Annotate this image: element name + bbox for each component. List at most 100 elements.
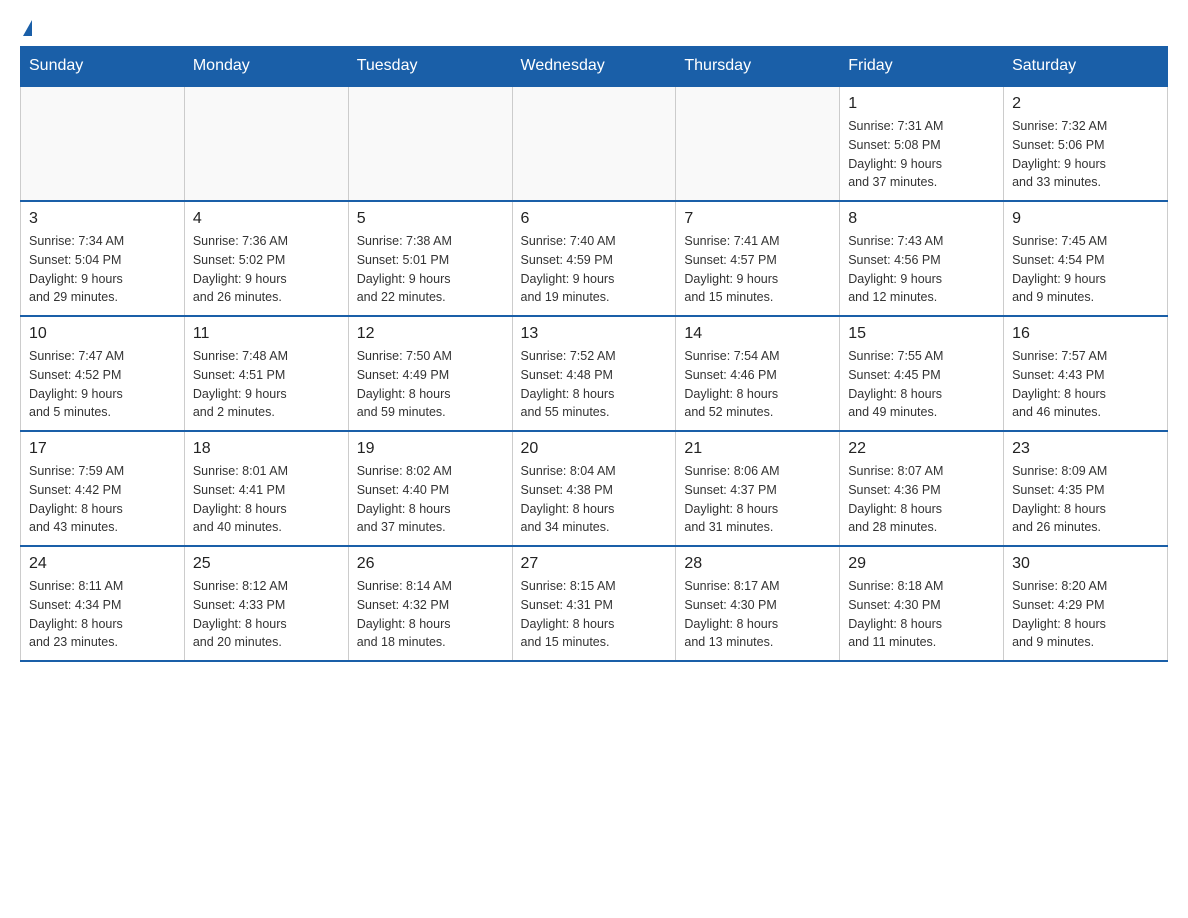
day-info: Sunrise: 7:45 AM Sunset: 4:54 PM Dayligh…: [1012, 232, 1159, 307]
day-number: 30: [1012, 555, 1159, 573]
week-row-4: 17Sunrise: 7:59 AM Sunset: 4:42 PM Dayli…: [21, 431, 1168, 546]
day-info: Sunrise: 8:12 AM Sunset: 4:33 PM Dayligh…: [193, 577, 340, 652]
day-cell: [676, 86, 840, 201]
weekday-header-row: SundayMondayTuesdayWednesdayThursdayFrid…: [21, 47, 1168, 87]
day-info: Sunrise: 7:38 AM Sunset: 5:01 PM Dayligh…: [357, 232, 504, 307]
day-number: 27: [521, 555, 668, 573]
day-number: 22: [848, 440, 995, 458]
day-cell: 30 Sunrise: 8:20 AM Sunset: 4:29 PM Dayli…: [1004, 546, 1168, 661]
day-info: Sunrise: 8:09 AM Sunset: 4:35 PM Dayligh…: [1012, 462, 1159, 537]
day-info: Sunrise: 7:54 AM Sunset: 4:46 PM Dayligh…: [684, 347, 831, 422]
day-number: 15: [848, 325, 995, 343]
day-number: 28: [684, 555, 831, 573]
day-number: 23: [1012, 440, 1159, 458]
day-cell: 2 Sunrise: 7:32 AM Sunset: 5:06 PM Daylig…: [1004, 86, 1168, 201]
day-info: Sunrise: 7:59 AM Sunset: 4:42 PM Dayligh…: [29, 462, 176, 537]
day-number: 16: [1012, 325, 1159, 343]
day-cell: 28 Sunrise: 8:17 AM Sunset: 4:30 PM Dayli…: [676, 546, 840, 661]
day-cell: 8 Sunrise: 7:43 AM Sunset: 4:56 PM Daylig…: [840, 201, 1004, 316]
day-cell: 25 Sunrise: 8:12 AM Sunset: 4:33 PM Dayli…: [184, 546, 348, 661]
day-cell: 27Sunrise: 8:15 AM Sunset: 4:31 PM Dayli…: [512, 546, 676, 661]
weekday-header-friday: Friday: [840, 47, 1004, 87]
day-info: Sunrise: 7:31 AM Sunset: 5:08 PM Dayligh…: [848, 117, 995, 192]
day-number: 25: [193, 555, 340, 573]
day-cell: 15 Sunrise: 7:55 AM Sunset: 4:45 PM Dayli…: [840, 316, 1004, 431]
day-number: 8: [848, 210, 995, 228]
day-info: Sunrise: 8:14 AM Sunset: 4:32 PM Dayligh…: [357, 577, 504, 652]
day-number: 19: [357, 440, 504, 458]
day-number: 1: [848, 95, 995, 113]
weekday-header-monday: Monday: [184, 47, 348, 87]
week-row-3: 10 Sunrise: 7:47 AM Sunset: 4:52 PM Dayli…: [21, 316, 1168, 431]
day-info: Sunrise: 7:41 AM Sunset: 4:57 PM Dayligh…: [684, 232, 831, 307]
day-cell: [348, 86, 512, 201]
day-number: 13: [521, 325, 668, 343]
day-cell: 26 Sunrise: 8:14 AM Sunset: 4:32 PM Dayli…: [348, 546, 512, 661]
day-number: 14: [684, 325, 831, 343]
day-cell: [184, 86, 348, 201]
day-number: 10: [29, 325, 176, 343]
day-number: 29: [848, 555, 995, 573]
day-number: 2: [1012, 95, 1159, 113]
day-cell: 4 Sunrise: 7:36 AM Sunset: 5:02 PM Daylig…: [184, 201, 348, 316]
day-cell: 23 Sunrise: 8:09 AM Sunset: 4:35 PM Dayli…: [1004, 431, 1168, 546]
day-cell: 22 Sunrise: 8:07 AM Sunset: 4:36 PM Dayli…: [840, 431, 1004, 546]
day-info: Sunrise: 7:36 AM Sunset: 5:02 PM Dayligh…: [193, 232, 340, 307]
week-row-5: 24Sunrise: 8:11 AM Sunset: 4:34 PM Dayli…: [21, 546, 1168, 661]
logo: [20, 20, 32, 36]
day-cell: 5 Sunrise: 7:38 AM Sunset: 5:01 PM Daylig…: [348, 201, 512, 316]
week-row-2: 3Sunrise: 7:34 AM Sunset: 5:04 PM Daylig…: [21, 201, 1168, 316]
day-cell: 14 Sunrise: 7:54 AM Sunset: 4:46 PM Dayli…: [676, 316, 840, 431]
day-cell: 16 Sunrise: 7:57 AM Sunset: 4:43 PM Dayli…: [1004, 316, 1168, 431]
day-number: 9: [1012, 210, 1159, 228]
day-cell: 10 Sunrise: 7:47 AM Sunset: 4:52 PM Dayli…: [21, 316, 185, 431]
day-cell: 12Sunrise: 7:50 AM Sunset: 4:49 PM Dayli…: [348, 316, 512, 431]
day-info: Sunrise: 8:17 AM Sunset: 4:30 PM Dayligh…: [684, 577, 831, 652]
day-number: 24: [29, 555, 176, 573]
day-info: Sunrise: 7:32 AM Sunset: 5:06 PM Dayligh…: [1012, 117, 1159, 192]
day-info: Sunrise: 8:18 AM Sunset: 4:30 PM Dayligh…: [848, 577, 995, 652]
day-info: Sunrise: 7:34 AM Sunset: 5:04 PM Dayligh…: [29, 232, 176, 307]
logo-triangle-icon: [23, 20, 32, 36]
day-number: 18: [193, 440, 340, 458]
weekday-header-wednesday: Wednesday: [512, 47, 676, 87]
day-info: Sunrise: 8:07 AM Sunset: 4:36 PM Dayligh…: [848, 462, 995, 537]
day-info: Sunrise: 8:04 AM Sunset: 4:38 PM Dayligh…: [521, 462, 668, 537]
day-cell: 20Sunrise: 8:04 AM Sunset: 4:38 PM Dayli…: [512, 431, 676, 546]
day-info: Sunrise: 7:47 AM Sunset: 4:52 PM Dayligh…: [29, 347, 176, 422]
day-cell: 6 Sunrise: 7:40 AM Sunset: 4:59 PM Daylig…: [512, 201, 676, 316]
day-info: Sunrise: 8:20 AM Sunset: 4:29 PM Dayligh…: [1012, 577, 1159, 652]
day-info: Sunrise: 7:50 AM Sunset: 4:49 PM Dayligh…: [357, 347, 504, 422]
day-cell: 3Sunrise: 7:34 AM Sunset: 5:04 PM Daylig…: [21, 201, 185, 316]
weekday-header-tuesday: Tuesday: [348, 47, 512, 87]
day-cell: 7Sunrise: 7:41 AM Sunset: 4:57 PM Daylig…: [676, 201, 840, 316]
day-info: Sunrise: 7:43 AM Sunset: 4:56 PM Dayligh…: [848, 232, 995, 307]
day-cell: 18Sunrise: 8:01 AM Sunset: 4:41 PM Dayli…: [184, 431, 348, 546]
weekday-header-sunday: Sunday: [21, 47, 185, 87]
weekday-header-thursday: Thursday: [676, 47, 840, 87]
day-number: 26: [357, 555, 504, 573]
day-number: 5: [357, 210, 504, 228]
day-cell: 29 Sunrise: 8:18 AM Sunset: 4:30 PM Dayli…: [840, 546, 1004, 661]
page-header: [20, 20, 1168, 36]
day-info: Sunrise: 7:48 AM Sunset: 4:51 PM Dayligh…: [193, 347, 340, 422]
day-info: Sunrise: 8:02 AM Sunset: 4:40 PM Dayligh…: [357, 462, 504, 537]
day-info: Sunrise: 7:52 AM Sunset: 4:48 PM Dayligh…: [521, 347, 668, 422]
calendar-table: SundayMondayTuesdayWednesdayThursdayFrid…: [20, 46, 1168, 662]
week-row-1: 1 Sunrise: 7:31 AM Sunset: 5:08 PM Daylig…: [21, 86, 1168, 201]
day-info: Sunrise: 7:55 AM Sunset: 4:45 PM Dayligh…: [848, 347, 995, 422]
day-cell: 17Sunrise: 7:59 AM Sunset: 4:42 PM Dayli…: [21, 431, 185, 546]
day-cell: 1 Sunrise: 7:31 AM Sunset: 5:08 PM Daylig…: [840, 86, 1004, 201]
day-cell: 13 Sunrise: 7:52 AM Sunset: 4:48 PM Dayli…: [512, 316, 676, 431]
day-number: 11: [193, 325, 340, 343]
day-cell: [21, 86, 185, 201]
day-cell: [512, 86, 676, 201]
day-number: 4: [193, 210, 340, 228]
day-number: 6: [521, 210, 668, 228]
day-cell: 11 Sunrise: 7:48 AM Sunset: 4:51 PM Dayli…: [184, 316, 348, 431]
day-cell: 24Sunrise: 8:11 AM Sunset: 4:34 PM Dayli…: [21, 546, 185, 661]
day-info: Sunrise: 7:57 AM Sunset: 4:43 PM Dayligh…: [1012, 347, 1159, 422]
day-cell: 19 Sunrise: 8:02 AM Sunset: 4:40 PM Dayli…: [348, 431, 512, 546]
day-info: Sunrise: 7:40 AM Sunset: 4:59 PM Dayligh…: [521, 232, 668, 307]
day-cell: 9 Sunrise: 7:45 AM Sunset: 4:54 PM Daylig…: [1004, 201, 1168, 316]
